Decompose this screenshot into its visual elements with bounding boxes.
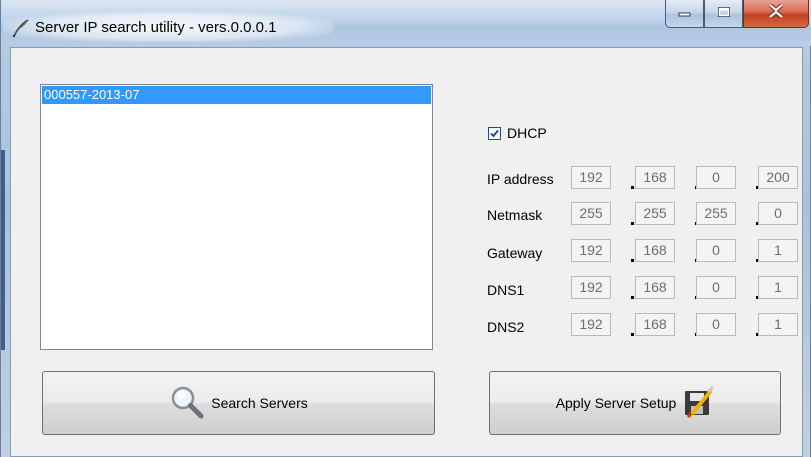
caption-buttons: [665, 0, 809, 30]
dns2-octet-3[interactable]: 0: [696, 313, 736, 336]
dns2-octet-4[interactable]: 1: [758, 313, 798, 336]
dns2-octet-1[interactable]: 192: [571, 313, 611, 336]
feather-pen-icon: [11, 18, 31, 38]
netmask-octet-2[interactable]: 255: [635, 202, 675, 225]
dns1-octet-3[interactable]: 0: [696, 276, 736, 299]
maximize-button[interactable]: [704, 0, 743, 28]
ip-address-octet-4[interactable]: 200: [758, 166, 798, 189]
ip-address-octet-1[interactable]: 192: [571, 166, 611, 189]
maximize-icon: [717, 5, 731, 23]
dns2-label: DNS2: [487, 319, 525, 335]
apply-server-setup-label: Apply Server Setup: [555, 395, 677, 411]
search-servers-label: Search Servers: [211, 395, 308, 411]
dns1-label: DNS1: [487, 282, 525, 298]
gateway-label: Gateway: [487, 245, 543, 261]
octet-separator: [631, 333, 634, 336]
dhcp-row: DHCP: [488, 125, 547, 141]
gateway-octet-3[interactable]: 0: [696, 239, 736, 262]
minimize-button[interactable]: [665, 0, 704, 28]
octet-separator: [631, 222, 634, 225]
dns2-octet-2[interactable]: 168: [635, 313, 675, 336]
client-area: 000557-2013-07 DHCP IP address 192 168 0…: [10, 47, 803, 457]
magnifier-icon: [169, 384, 205, 423]
list-item[interactable]: 000557-2013-07: [42, 86, 431, 104]
apply-server-setup-button[interactable]: Apply Server Setup: [489, 371, 781, 435]
gateway-octet-2[interactable]: 168: [635, 239, 675, 262]
dns1-octet-1[interactable]: 192: [571, 276, 611, 299]
netmask-label: Netmask: [487, 207, 543, 223]
checkmark-icon: [490, 129, 499, 137]
ip-address-octet-2[interactable]: 168: [635, 166, 675, 189]
save-edit-icon: [682, 386, 714, 421]
netmask-octet-4[interactable]: 0: [758, 202, 798, 225]
close-button[interactable]: [743, 0, 809, 28]
octet-separator: [631, 186, 634, 189]
close-icon: [768, 3, 784, 23]
gateway-octet-1[interactable]: 192: [571, 239, 611, 262]
ip-address-label: IP address: [487, 171, 554, 187]
ip-address-octet-3[interactable]: 0: [696, 166, 736, 189]
app-window: Server IP search utility - vers.0.0.0.1: [0, 0, 811, 457]
title-bar[interactable]: Server IP search utility - vers.0.0.0.1: [1, 0, 811, 46]
gateway-octet-4[interactable]: 1: [758, 239, 798, 262]
octet-separator: [631, 259, 634, 262]
netmask-octet-3[interactable]: 255: [696, 202, 736, 225]
netmask-octet-1[interactable]: 255: [571, 202, 611, 225]
window-title: Server IP search utility - vers.0.0.0.1: [35, 19, 277, 36]
dns1-octet-4[interactable]: 1: [758, 276, 798, 299]
dhcp-checkbox[interactable]: [488, 126, 501, 140]
minimize-icon: [678, 5, 692, 23]
window-edge: [1, 150, 5, 350]
octet-separator: [631, 296, 634, 299]
dhcp-label: DHCP: [507, 125, 547, 141]
search-servers-button[interactable]: Search Servers: [42, 371, 435, 435]
dns1-octet-2[interactable]: 168: [635, 276, 675, 299]
server-list[interactable]: 000557-2013-07: [40, 84, 433, 350]
